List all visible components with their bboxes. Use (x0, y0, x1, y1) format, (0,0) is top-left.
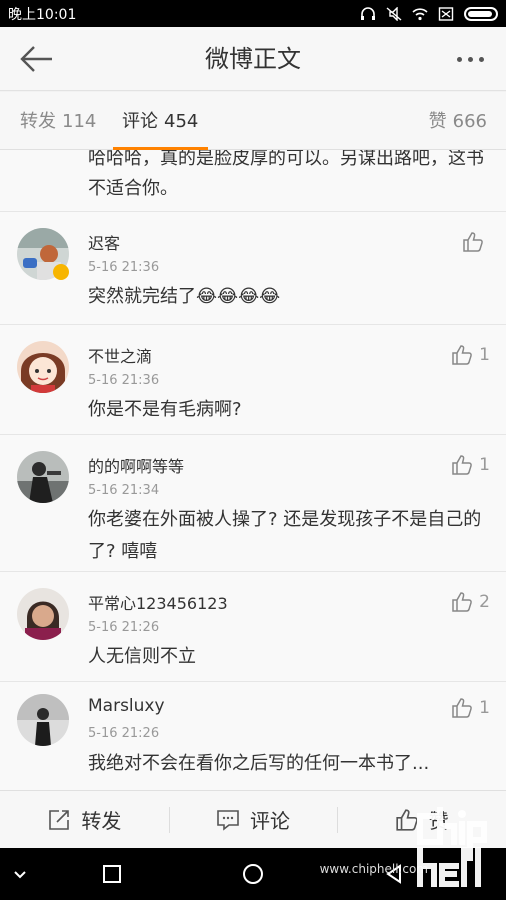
comment-text: 你是不是有毛病啊? (88, 399, 242, 420)
chiphell-logo (412, 806, 492, 888)
like-count: 2 (479, 592, 490, 612)
tab-likes[interactable]: 赞 666 (429, 92, 487, 150)
comment-text: 你老婆在外面被人操了? 还是发现孩子不是自己的了? 嘻嘻 (88, 509, 482, 562)
like-button[interactable]: 1 (451, 344, 490, 366)
detail-tabs: 转发 114 评论 454 赞 666 (0, 92, 506, 150)
comment-item[interactable]: 的的啊啊等等 5-16 21:34 你老婆在外面被人操了? 还是发现孩子不是自己… (0, 435, 506, 572)
thumbs-up-icon (452, 698, 473, 718)
avatar[interactable] (17, 694, 69, 746)
headphones-icon (360, 6, 376, 21)
verified-badge-icon (53, 264, 69, 280)
chevron-down-icon (14, 871, 26, 879)
status-bar: 晚上10:01 (0, 0, 506, 27)
comment-text: 人无信则不立 (88, 646, 196, 667)
more-options-button[interactable] (448, 43, 492, 75)
comment-time: 5-16 21:36 (88, 260, 160, 275)
comment-text: 我绝对不会在看你之后写的任何一本书了... (88, 753, 430, 774)
home-button[interactable] (241, 862, 265, 886)
wifi-icon (412, 7, 428, 21)
comment-item[interactable]: 不世之滴 5-16 21:36 你是不是有毛病啊? 1 (0, 325, 506, 435)
tab-reposts-label: 转发 (20, 111, 56, 132)
tab-likes-label: 赞 (428, 111, 447, 132)
tab-comments-label: 评论 (122, 111, 158, 132)
comment-username[interactable]: 不世之滴 (88, 343, 152, 367)
comment-time: 5-16 21:26 (88, 726, 160, 741)
avatar[interactable] (17, 341, 69, 393)
battery-icon (464, 6, 498, 21)
home-circle-icon (243, 864, 263, 884)
like-button[interactable] (462, 231, 490, 253)
like-button[interactable]: 2 (451, 591, 490, 613)
recents-square-icon (103, 865, 121, 883)
thumbs-up-icon (452, 592, 473, 612)
tab-reposts-count: 114 (62, 111, 97, 132)
comment-username[interactable]: 的的啊啊等等 (88, 453, 184, 477)
tab-comments-count: 454 (164, 111, 199, 132)
page-title: 微博正文 (205, 45, 301, 73)
comment-username[interactable]: 迟客 (88, 230, 120, 254)
comment-partial[interactable]: 哈哈哈，真的是脸皮厚的可以。另谋出路吧，这书不适合你。 (0, 150, 506, 212)
comment-time: 5-16 21:34 (88, 483, 160, 498)
comment-icon (217, 809, 239, 831)
tab-reposts[interactable]: 转发 114 (20, 92, 96, 150)
comment-time: 5-16 21:26 (88, 620, 160, 635)
comment-item[interactable]: 迟客 5-16 21:36 突然就完结了😂😂😂😂 (0, 212, 506, 325)
status-time: 晚上10:01 (8, 6, 77, 23)
comment-button[interactable]: 评论 (168, 791, 338, 848)
comment-item[interactable]: Marsluxy 5-16 21:26 我绝对不会在看你之后写的任何一本书了..… (0, 682, 506, 790)
top-app-bar: 微博正文 (0, 27, 506, 91)
like-count: 1 (479, 455, 490, 475)
comment-username[interactable]: 平常心123456123 (88, 590, 228, 614)
comment-username[interactable]: Marsluxy (88, 696, 165, 716)
comment-text: 突然就完结了😂😂😂😂 (88, 286, 281, 307)
comment-label: 评论 (250, 809, 290, 833)
hide-nav-button[interactable] (8, 862, 32, 886)
tab-comments[interactable]: 评论 454 (122, 92, 198, 150)
comment-text: 哈哈哈，真的是脸皮厚的可以。另谋出路吧，这书不适合你。 (88, 150, 484, 199)
repost-button[interactable]: 转发 (0, 791, 169, 848)
comment-time: 5-16 21:36 (88, 373, 160, 388)
recents-button[interactable] (100, 862, 124, 886)
avatar[interactable] (17, 588, 69, 640)
like-button[interactable]: 1 (451, 697, 490, 719)
comment-item[interactable]: 平常心123456123 5-16 21:26 人无信则不立 2 (0, 572, 506, 682)
mute-icon (386, 5, 402, 22)
like-count: 1 (479, 345, 490, 365)
like-button[interactable]: 1 (451, 454, 490, 476)
thumbs-up-icon (452, 345, 473, 365)
more-dots-icon (456, 56, 462, 62)
repost-label: 转发 (81, 809, 122, 833)
like-count: 1 (479, 698, 490, 718)
thumbs-up-icon (463, 232, 483, 252)
comment-list[interactable]: 哈哈哈，真的是脸皮厚的可以。另谋出路吧，这书不适合你。 迟客 5-16 21:3… (0, 150, 506, 790)
no-sim-icon (438, 6, 454, 21)
repost-icon (49, 809, 70, 830)
avatar[interactable] (17, 451, 69, 503)
tab-likes-count: 666 (452, 111, 487, 132)
thumbs-up-icon (452, 455, 473, 475)
